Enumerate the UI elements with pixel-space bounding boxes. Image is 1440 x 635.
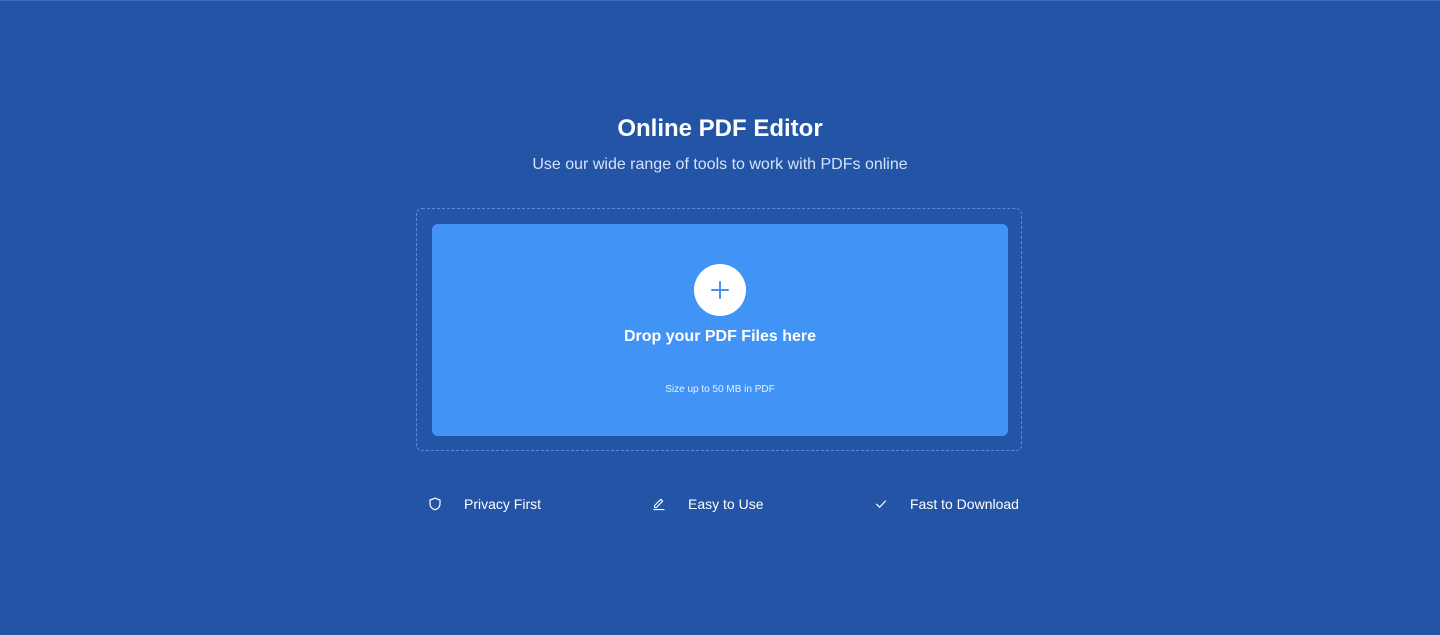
feature-fast-to-download: Fast to Download xyxy=(874,494,1019,514)
page-subtitle: Use our wide range of tools to work with… xyxy=(532,156,908,173)
feature-privacy-first: Privacy First xyxy=(428,494,541,514)
top-divider xyxy=(0,0,1440,1)
add-file-button[interactable] xyxy=(694,264,746,316)
feature-easy-to-use: Easy to Use xyxy=(652,494,763,514)
shield-icon xyxy=(428,497,442,511)
feature-label: Fast to Download xyxy=(910,496,1019,512)
check-icon xyxy=(874,497,888,511)
page-title: Online PDF Editor xyxy=(617,115,823,142)
drop-label: Drop your PDF Files here xyxy=(623,328,817,345)
plus-icon xyxy=(710,280,730,300)
pdf-dropzone[interactable]: Drop your PDF Files here Size up to 50 M… xyxy=(432,224,1008,436)
feature-label: Easy to Use xyxy=(688,496,764,512)
feature-label: Privacy First xyxy=(464,496,541,512)
pencil-icon xyxy=(652,497,666,511)
size-limit-note: Size up to 50 MB in PDF xyxy=(665,384,775,395)
